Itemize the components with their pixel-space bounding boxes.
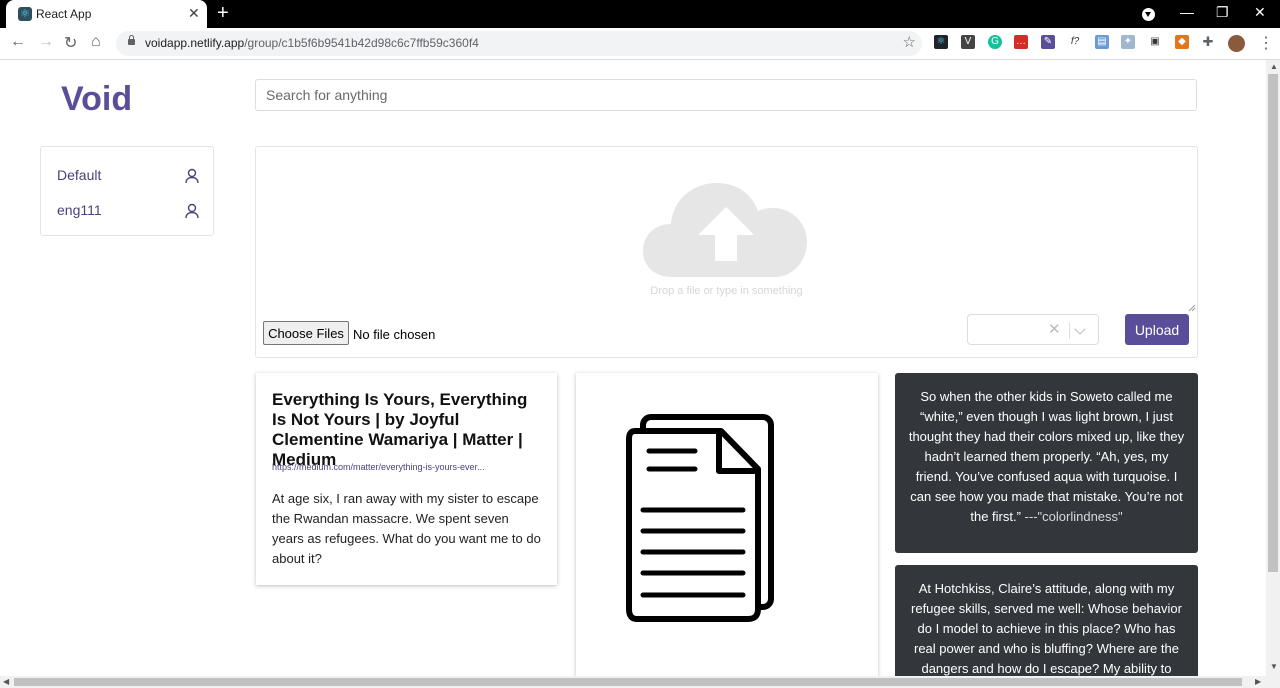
url-text: voidapp.netlify.app/group/c1b5f6b9541b42…: [145, 36, 479, 50]
user-icon: [185, 168, 199, 184]
sidebar-item-label: Default: [57, 167, 102, 183]
back-icon[interactable]: ←: [10, 33, 26, 51]
scroll-down-icon[interactable]: ▼: [1270, 662, 1278, 671]
translate-icon[interactable]: ✦: [1121, 35, 1135, 49]
sidebar-item-label: eng111: [57, 202, 102, 218]
quote-card[interactable]: So when the other kids in Soweto called …: [895, 373, 1198, 553]
horizontal-scroll-thumb[interactable]: [14, 678, 1242, 686]
user-avatar[interactable]: [1228, 35, 1245, 52]
cloud-upload-icon: [643, 183, 807, 277]
search-input[interactable]: [255, 79, 1197, 111]
card-description: At age six, I ran away with my sister to…: [272, 491, 541, 566]
document-icon: [626, 414, 774, 622]
drop-hint-text: Drop a file or type in something: [650, 285, 803, 297]
vertical-scroll-thumb[interactable]: [1268, 74, 1278, 572]
metamask-icon[interactable]: ◆: [1175, 35, 1189, 49]
address-bar[interactable]: voidapp.netlify.app/group/c1b5f6b9541b42…: [116, 31, 922, 56]
no-file-label: No file chosen: [353, 327, 436, 342]
grammarly-icon[interactable]: G: [988, 35, 1002, 49]
browser-tab[interactable]: ⚛ React App ✕: [6, 0, 207, 28]
new-tab-icon[interactable]: +: [217, 2, 229, 25]
quote-text: So when the other kids in Soweto called …: [908, 389, 1185, 524]
quote-card[interactable]: At Hotchkiss, Claire’s attitude, along w…: [895, 565, 1198, 688]
resize-handle-icon[interactable]: [1188, 304, 1196, 312]
tab-close-icon[interactable]: ✕: [188, 5, 200, 22]
bookmark-star-icon[interactable]: ☆: [903, 33, 916, 51]
react-devtools-icon[interactable]: ⚛: [934, 35, 948, 49]
sidebar-item-eng111[interactable]: eng111: [57, 202, 199, 219]
vue-devtools-icon[interactable]: V: [961, 35, 975, 49]
quote-source: ---"colorlindness": [1020, 509, 1123, 524]
user-icon: [185, 203, 199, 219]
tab-title: React App: [36, 7, 92, 21]
lock-icon: [128, 35, 135, 45]
close-window-icon[interactable]: ✕: [1254, 4, 1266, 21]
pip-icon[interactable]: ▣: [1148, 35, 1162, 49]
group-sidebar: Default eng111: [40, 146, 214, 236]
card-title[interactable]: Everything Is Yours, Everything Is Not Y…: [272, 390, 542, 470]
scroll-left-icon[interactable]: ◀: [3, 677, 9, 686]
fx-icon[interactable]: f?: [1068, 35, 1082, 49]
scroll-up-icon[interactable]: ▲: [1270, 62, 1278, 71]
home-icon[interactable]: ⌂: [91, 33, 101, 51]
upload-dropzone[interactable]: Drop a file or type in something Choose …: [255, 146, 1198, 358]
document-card[interactable]: [576, 373, 878, 688]
reader-icon[interactable]: ▤: [1095, 35, 1109, 49]
scroll-right-icon[interactable]: ▶: [1255, 677, 1261, 686]
link-card[interactable]: Everything Is Yours, Everything Is Not Y…: [256, 373, 557, 585]
group-select[interactable]: ✕: [967, 314, 1099, 345]
extensions-puzzle-icon[interactable]: ✚: [1201, 35, 1215, 49]
react-favicon-icon: ⚛: [18, 7, 32, 21]
profile-menu-icon[interactable]: [1142, 8, 1155, 21]
eyedropper-icon[interactable]: ✎: [1041, 35, 1055, 49]
browser-toolbar: ← → ↻ ⌂ voidapp.netlify.app/group/c1b5f6…: [0, 28, 1280, 60]
chevron-down-icon[interactable]: [1074, 323, 1086, 335]
upload-button[interactable]: Upload: [1125, 314, 1189, 345]
browser-tabbar: ⚛ React App ✕ + — ❐ ✕: [0, 0, 1280, 28]
forward-icon[interactable]: →: [38, 33, 54, 51]
reload-icon[interactable]: ↻: [64, 33, 77, 53]
select-separator: [1069, 322, 1070, 339]
choose-files-button[interactable]: Choose Files: [263, 321, 349, 345]
lastpass-icon[interactable]: …: [1014, 35, 1028, 49]
quote-text: At Hotchkiss, Claire’s attitude, along w…: [911, 581, 1182, 676]
app-logo[interactable]: Void: [61, 80, 132, 119]
browser-menu-icon[interactable]: ⋮: [1258, 33, 1274, 53]
sidebar-item-default[interactable]: Default: [57, 167, 199, 184]
maximize-icon[interactable]: ❐: [1216, 4, 1229, 21]
minimize-icon[interactable]: —: [1180, 4, 1194, 20]
card-url[interactable]: https://medium.com/matter/everything-is-…: [272, 462, 485, 472]
clear-select-icon[interactable]: ✕: [1048, 320, 1061, 338]
